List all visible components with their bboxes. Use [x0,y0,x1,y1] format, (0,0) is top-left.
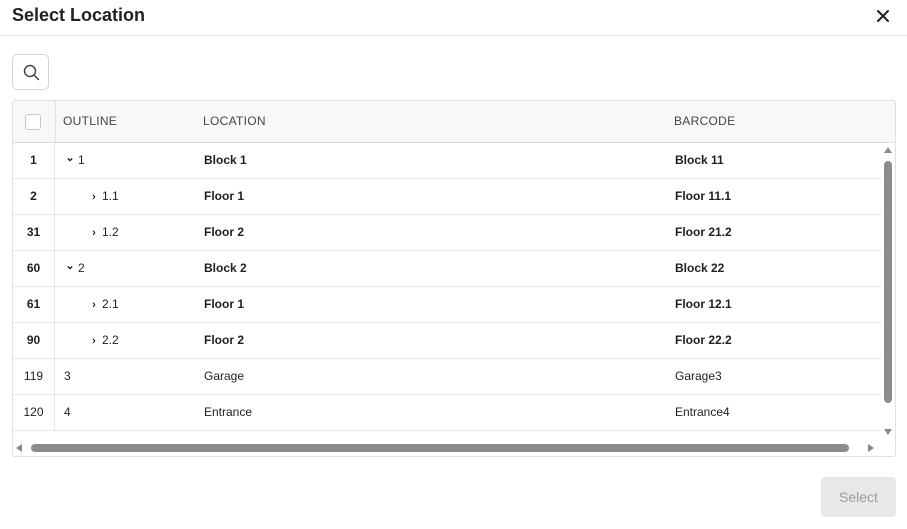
outline-cell: › 2.1 [64,287,204,322]
row-index: 60 [13,251,55,286]
location-cell: Entrance [204,405,253,419]
search-button[interactable] [12,54,49,90]
barcode-cell: Garage3 [675,369,722,383]
outline-number: 3 [64,369,71,383]
location-cell: Floor 2 [204,225,245,239]
outline-number: 2.1 [102,297,119,311]
row-index: 90 [13,323,55,358]
outline-cell: › 2.2 [64,323,204,358]
expand-chevron-icon[interactable]: › [88,288,100,323]
outline-number: 1 [78,153,85,167]
table-row[interactable]: 1 ⌄ 1 Block 1 Block 11 [13,143,881,179]
barcode-cell: Floor 21.2 [675,225,732,239]
barcode-cell: Entrance4 [675,405,730,419]
close-button[interactable] [872,5,894,27]
outline-number: 1.2 [102,225,119,239]
vertical-scrollbar[interactable] [881,143,895,435]
select-button[interactable]: Select [821,477,896,517]
outline-cell: ⌄ 2 [64,251,204,286]
location-grid: OUTLINE LOCATION BARCODE 1 ⌄ 1 Block 1 Block… [12,100,896,457]
horizontal-scroll-thumb[interactable] [31,444,849,452]
outline-cell: 3 [64,359,204,394]
search-icon [23,64,40,81]
expand-chevron-icon[interactable]: › [88,216,100,251]
table-row[interactable]: 120 4 Entrance Entrance4 [13,395,881,431]
column-header-barcode[interactable]: BARCODE [674,101,874,142]
row-index: 120 [13,395,55,430]
expand-chevron-icon[interactable]: › [88,180,100,215]
barcode-cell: Floor 12.1 [675,297,732,311]
column-header-location[interactable]: LOCATION [203,101,673,142]
outline-cell: › 1.1 [64,179,204,214]
collapse-chevron-icon[interactable]: ⌄ [64,249,76,284]
expand-chevron-icon[interactable]: › [88,324,100,359]
location-cell: Block 2 [204,261,247,275]
outline-cell: ⌄ 1 [64,143,204,178]
outline-number: 2.2 [102,333,119,347]
row-index: 119 [13,359,55,394]
scroll-left-arrow-icon[interactable] [16,444,22,452]
barcode-cell: Block 11 [675,153,724,167]
scroll-up-arrow-icon[interactable] [884,147,892,153]
table-row[interactable]: 2 › 1.1 Floor 1 Floor 11.1 [13,179,881,215]
header-divider [55,101,56,142]
barcode-cell: Floor 22.2 [675,333,732,347]
table-row[interactable]: 60 ⌄ 2 Block 2 Block 22 [13,251,881,287]
barcode-cell: Block 22 [675,261,725,275]
location-cell: Floor 1 [204,189,245,203]
close-icon [877,10,889,22]
location-cell: Garage [204,369,245,383]
location-cell: Floor 2 [204,333,245,347]
outline-cell: 4 [64,395,204,430]
column-header-outline[interactable]: OUTLINE [63,101,203,142]
row-index: 1 [13,143,55,178]
dialog-header: Select Location [0,0,907,36]
scroll-right-arrow-icon[interactable] [868,444,874,452]
collapse-chevron-icon[interactable]: ⌄ [64,143,76,176]
scroll-down-arrow-icon[interactable] [884,429,892,435]
select-all-checkbox[interactable] [25,114,41,130]
grid-body: 1 ⌄ 1 Block 1 Block 11 2 › 1.1 Floor 1 Floor 11.1… [13,143,881,433]
table-row[interactable]: 119 3 Garage Garage3 [13,359,881,395]
dialog-title: Select Location [12,5,146,25]
grid-header: OUTLINE LOCATION BARCODE [13,101,895,143]
table-row[interactable]: 90 › 2.2 Floor 2 Floor 22.2 [13,323,881,359]
row-index: 31 [13,215,55,250]
outline-number: 2 [78,261,85,275]
barcode-cell: Floor 11.1 [675,189,732,203]
vertical-scroll-thumb[interactable] [884,161,892,403]
row-index: 2 [13,179,55,214]
location-cell: Floor 1 [204,297,245,311]
outline-number: 4 [64,405,71,419]
horizontal-scrollbar[interactable] [13,440,881,456]
table-row[interactable]: 31 › 1.2 Floor 2 Floor 21.2 [13,215,881,251]
row-index: 61 [13,287,55,322]
outline-number: 1.1 [102,189,119,203]
location-cell: Block 1 [204,153,247,167]
outline-cell: › 1.2 [64,215,204,250]
table-row[interactable]: 61 › 2.1 Floor 1 Floor 12.1 [13,287,881,323]
